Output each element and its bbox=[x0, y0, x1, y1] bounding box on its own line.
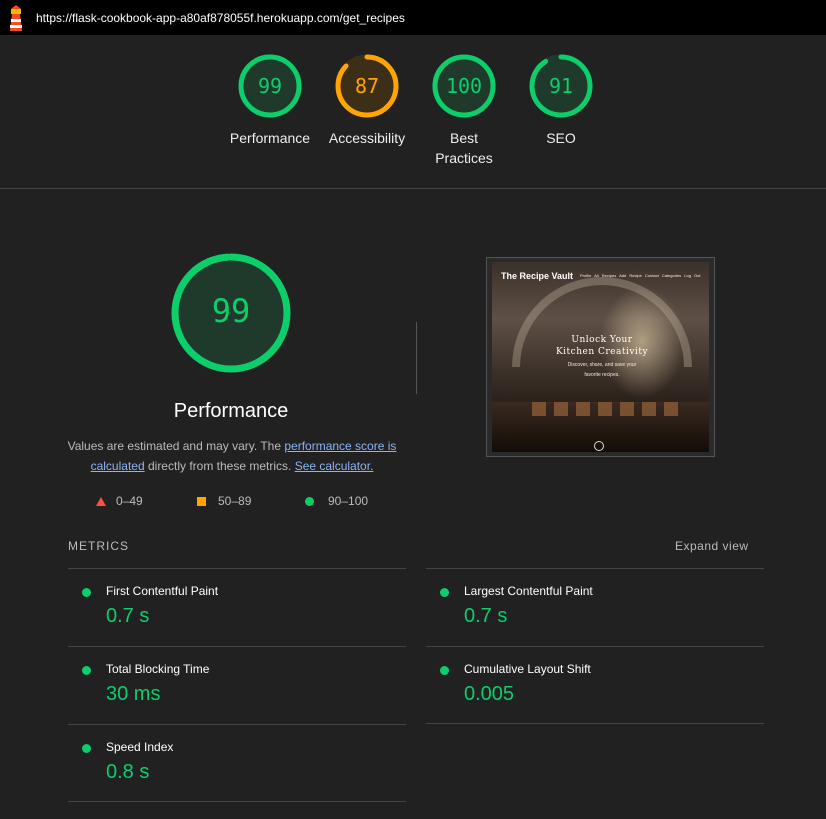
best-practices-label-line1: Best bbox=[449, 130, 478, 146]
performance-description: Values are estimated and may vary. The p… bbox=[62, 436, 402, 476]
metric-name: Cumulative Layout Shift bbox=[464, 662, 591, 676]
seo-score: 91 bbox=[548, 74, 574, 98]
desc-middle: directly from these metrics. bbox=[144, 459, 295, 473]
accessibility-label: Accessibility bbox=[328, 130, 406, 146]
pass-dot-icon bbox=[82, 744, 91, 753]
metric-value: 0.7 s bbox=[464, 605, 508, 627]
metric-name: Largest Contentful Paint bbox=[464, 584, 593, 598]
pass-dot-icon bbox=[440, 666, 449, 675]
kitchen-pots bbox=[532, 402, 682, 416]
metric-first-contentful-paint: First Contentful Paint 0.7 s bbox=[68, 568, 406, 646]
screenshot-subtitle: Discover, share, and save your favorite … bbox=[552, 360, 652, 380]
metric-name: First Contentful Paint bbox=[106, 584, 219, 598]
performance-main-gauge: 99 bbox=[170, 252, 292, 374]
pass-dot-icon bbox=[440, 588, 449, 597]
page-url[interactable]: https://flask-cookbook-app-a80af878055f.… bbox=[36, 11, 405, 25]
seo-gauge[interactable]: 91 bbox=[528, 53, 594, 119]
metric-value: 0.7 s bbox=[106, 605, 150, 627]
best-practices-score: 100 bbox=[445, 74, 483, 98]
metric-value: 0.005 bbox=[464, 683, 515, 705]
screenshot-sub-line1: Discover, share, and save your bbox=[567, 362, 637, 368]
legend-average: 50–89 bbox=[197, 494, 251, 508]
metrics-heading: METRICS bbox=[68, 539, 129, 553]
lighthouse-icon bbox=[10, 5, 22, 31]
legend-fail-range: 0–49 bbox=[116, 494, 143, 508]
best-practices-gauge[interactable]: 100 bbox=[431, 53, 497, 119]
legend-average-range: 50–89 bbox=[218, 494, 252, 508]
legend-pass: 90–100 bbox=[305, 494, 368, 508]
metric-value: 0.8 s bbox=[106, 761, 150, 783]
metric-speed-index: Speed Index 0.8 s bbox=[68, 724, 406, 802]
best-practices-label: Best Practices bbox=[414, 128, 514, 168]
square-icon bbox=[197, 496, 206, 506]
screenshot-brand: The Recipe Vault bbox=[501, 271, 574, 281]
accessibility-gauge[interactable]: 87 bbox=[334, 53, 400, 119]
legend-pass-range: 90–100 bbox=[328, 494, 369, 508]
screenshot-heading: Unlock Your Kitchen Creativity bbox=[552, 334, 652, 358]
legend-fail: 0–49 bbox=[96, 494, 143, 508]
metric-name: Speed Index bbox=[106, 740, 174, 754]
metrics-divider bbox=[68, 801, 406, 802]
url-bar: https://flask-cookbook-app-a80af878055f.… bbox=[0, 0, 826, 35]
performance-score: 99 bbox=[257, 74, 283, 98]
performance-label: Performance bbox=[229, 130, 311, 146]
accessibility-score: 87 bbox=[354, 74, 380, 98]
performance-main-score: 99 bbox=[211, 292, 251, 330]
metric-value: 30 ms bbox=[106, 683, 161, 705]
screenshot-sub-line2: favorite recipes. bbox=[584, 372, 620, 378]
expand-view-button[interactable]: Expand view bbox=[675, 539, 749, 553]
screenshot-heading-line1: Unlock Your bbox=[571, 335, 633, 345]
metrics-divider bbox=[426, 723, 764, 724]
screenshot-image: The Recipe Vault Profile All Recipes Add… bbox=[492, 262, 709, 452]
desc-prefix: Values are estimated and may vary. The bbox=[67, 439, 285, 453]
see-calculator-link[interactable]: See calculator. bbox=[295, 459, 374, 473]
metric-cumulative-layout-shift: Cumulative Layout Shift 0.005 bbox=[426, 646, 764, 724]
performance-gauge[interactable]: 99 bbox=[237, 53, 303, 119]
metric-largest-contentful-paint: Largest Contentful Paint 0.7 s bbox=[426, 568, 764, 646]
screenshot-nav: Profile All Recipes Add Recipe Contact C… bbox=[580, 273, 701, 278]
header-divider bbox=[0, 188, 826, 189]
triangle-icon bbox=[96, 496, 106, 506]
circle-icon bbox=[305, 496, 314, 506]
seo-label: SEO bbox=[546, 130, 576, 146]
section-divider bbox=[416, 322, 417, 394]
final-screenshot[interactable]: The Recipe Vault Profile All Recipes Add… bbox=[486, 257, 715, 457]
metric-total-blocking-time: Total Blocking Time 30 ms bbox=[68, 646, 406, 724]
pass-dot-icon bbox=[82, 588, 91, 597]
screenshot-heading-line2: Kitchen Creativity bbox=[555, 347, 649, 357]
pass-dot-icon bbox=[82, 666, 91, 675]
best-practices-label-line2: Practices bbox=[435, 150, 493, 166]
scroll-down-icon bbox=[594, 441, 604, 451]
metric-name: Total Blocking Time bbox=[106, 662, 210, 676]
performance-title: Performance bbox=[173, 400, 289, 422]
